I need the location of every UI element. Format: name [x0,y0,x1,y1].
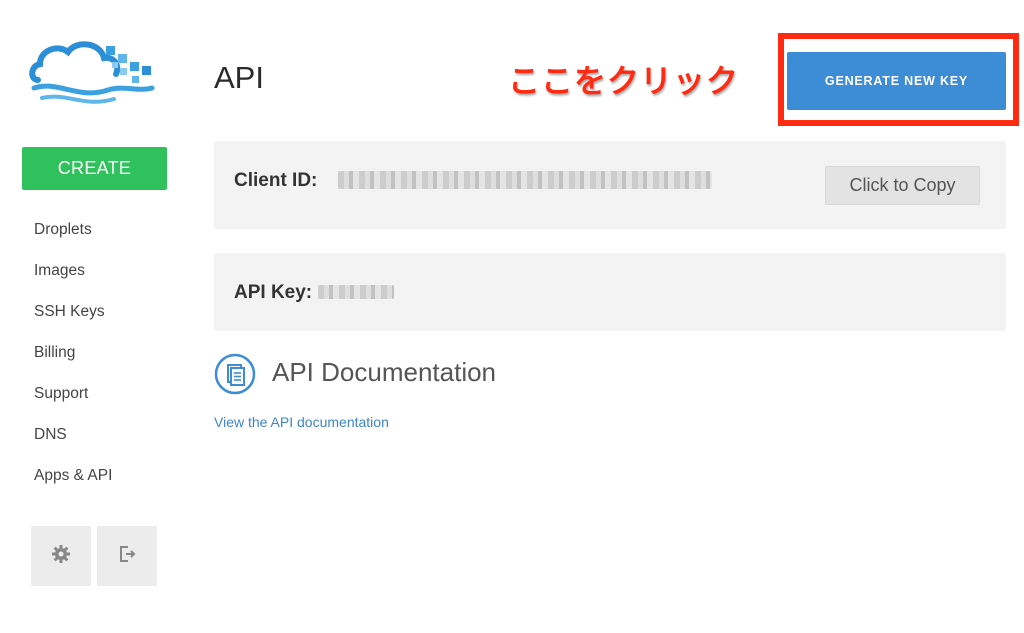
sidebar-item-droplets[interactable]: Droplets [34,219,112,260]
sidebar-item-support[interactable]: Support [34,383,112,424]
sidebar-item-images[interactable]: Images [34,260,112,301]
sidebar-item-billing[interactable]: Billing [34,342,112,383]
gear-icon [51,544,71,569]
click-here-annotation: ここをクリック [508,62,740,100]
sidebar-item-apps-api[interactable]: Apps & API [34,465,112,506]
api-key-label: API Key: [234,282,313,303]
sidebar-nav: Droplets Images SSH Keys Billing Support… [34,219,112,506]
client-id-panel: Client ID: Click to Copy [214,141,1006,229]
sidebar-item-ssh-keys[interactable]: SSH Keys [34,301,112,342]
api-key-panel: API Key: [214,253,1006,331]
copy-client-id-button[interactable]: Click to Copy [825,166,980,205]
generate-new-key-button[interactable]: GENERATE NEW KEY [787,52,1006,110]
page-title: API [214,60,264,95]
client-id-value-masked [338,171,712,189]
document-icon [214,353,256,395]
client-id-label: Client ID: [234,170,318,191]
view-api-documentation-link[interactable]: View the API documentation [214,414,389,430]
api-documentation-heading: API Documentation [272,357,497,387]
digitalocean-logo[interactable] [28,36,160,108]
api-key-value-masked [318,285,394,299]
settings-button[interactable] [31,526,91,586]
logout-button[interactable] [97,526,157,586]
create-button[interactable]: CREATE [22,147,167,190]
sidebar-item-dns[interactable]: DNS [34,424,112,465]
logout-icon [117,544,137,569]
